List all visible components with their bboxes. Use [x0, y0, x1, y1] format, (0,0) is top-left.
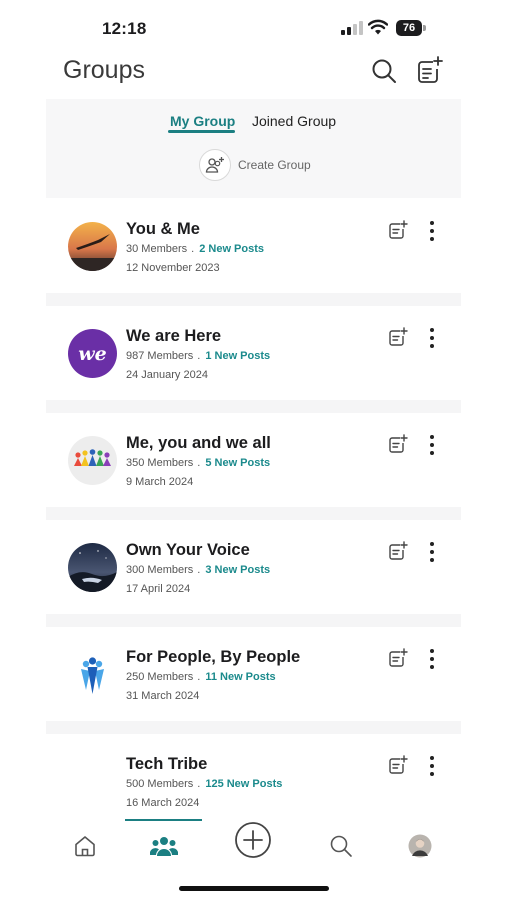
home-indicator: [179, 886, 329, 891]
meta-separator: .: [197, 564, 201, 576]
group-name: We are Here: [126, 327, 222, 345]
battery-tip: [423, 25, 426, 31]
more-options-icon[interactable]: [423, 541, 441, 563]
group-list: You & Me 30 Members. 2 New Posts 12 Novem…: [46, 199, 461, 841]
create-group-button[interactable]: Create Group: [199, 149, 311, 181]
nav-groups[interactable]: [149, 831, 179, 861]
group-name: For People, By People: [126, 648, 301, 666]
group-name: Me, you and we all: [126, 434, 271, 452]
group-name: You & Me: [126, 220, 200, 238]
search-icon[interactable]: [371, 58, 397, 84]
new-post-icon[interactable]: [388, 434, 408, 454]
group-date: 12 November 2023: [126, 262, 220, 274]
meta-separator: .: [197, 671, 201, 683]
more-options-icon[interactable]: [423, 220, 441, 242]
group-card[interactable]: You & Me 30 Members. 2 New Posts 12 Novem…: [46, 199, 461, 306]
new-posts-link[interactable]: 1 New Posts: [205, 350, 270, 362]
page-title: Groups: [63, 56, 145, 84]
member-count: 300 Members: [126, 564, 194, 576]
we-logo-text: we: [78, 342, 107, 365]
new-posts-link[interactable]: 125 New Posts: [205, 778, 282, 790]
more-options-icon[interactable]: [423, 327, 441, 349]
new-post-icon[interactable]: [417, 56, 443, 84]
group-meta: 250 Members. 11 New Posts: [126, 671, 276, 683]
new-post-icon[interactable]: [388, 220, 408, 240]
group-name: Own Your Voice: [126, 541, 250, 559]
avatar: [408, 834, 432, 858]
meta-separator: .: [191, 243, 195, 255]
new-post-icon[interactable]: [388, 755, 408, 775]
group-meta: 987 Members. 1 New Posts: [126, 350, 270, 362]
nav-create-post[interactable]: [234, 821, 272, 859]
nav-profile[interactable]: [405, 831, 435, 861]
new-post-icon[interactable]: [388, 648, 408, 668]
nav-active-indicator: [125, 819, 202, 821]
group-avatar-sunset: [68, 222, 117, 271]
group-tabs-panel: My Group Joined Group Create Group: [46, 99, 461, 198]
group-card[interactable]: Me, you and we all 350 Members. 5 New Pos…: [46, 413, 461, 520]
home-icon: [75, 836, 95, 857]
meta-separator: .: [197, 778, 201, 790]
new-post-icon[interactable]: [388, 327, 408, 347]
bottom-nav: [46, 819, 461, 875]
group-name: Tech Tribe: [126, 755, 208, 773]
group-avatar-blue-people: [68, 650, 117, 699]
group-date: 16 March 2024: [126, 797, 200, 809]
new-post-icon[interactable]: [388, 541, 408, 561]
groups-icon: [150, 837, 178, 856]
search-icon: [330, 835, 352, 857]
group-meta: 500 Members. 125 New Posts: [126, 778, 282, 790]
new-posts-link[interactable]: 5 New Posts: [205, 457, 270, 469]
add-people-icon: [205, 157, 224, 173]
new-posts-link[interactable]: 2 New Posts: [199, 243, 264, 255]
group-avatar-we: we: [68, 329, 117, 378]
member-count: 250 Members: [126, 671, 194, 683]
create-group-icon-wrap: [199, 149, 231, 181]
tab-joined-group[interactable]: Joined Group: [252, 113, 336, 129]
group-date: 31 March 2024: [126, 690, 200, 702]
battery-icon: 76: [396, 20, 426, 36]
more-options-icon[interactable]: [423, 434, 441, 456]
member-count: 30 Members: [126, 243, 188, 255]
battery-level: 76: [396, 20, 422, 36]
status-bar: 12:18 76: [0, 0, 507, 50]
more-options-icon[interactable]: [423, 648, 441, 670]
group-meta: 30 Members. 2 New Posts: [126, 243, 264, 255]
group-card[interactable]: For People, By People 250 Members. 11 New…: [46, 627, 461, 734]
group-meta: 350 Members. 5 New Posts: [126, 457, 270, 469]
create-group-label: Create Group: [238, 158, 311, 172]
group-avatar-night-sky: [68, 543, 117, 592]
meta-separator: .: [197, 457, 201, 469]
plus-circle-icon: [235, 822, 271, 858]
group-avatar-people-circle: [68, 436, 117, 485]
member-count: 350 Members: [126, 457, 194, 469]
tab-my-group[interactable]: My Group: [170, 113, 235, 129]
status-time: 12:18: [102, 19, 147, 38]
new-posts-link[interactable]: 3 New Posts: [205, 564, 270, 576]
nav-home[interactable]: [70, 831, 100, 861]
new-posts-link[interactable]: 11 New Posts: [205, 671, 275, 683]
group-date: 9 March 2024: [126, 476, 194, 488]
cellular-signal-icon: [341, 21, 363, 35]
wifi-icon: [368, 19, 388, 35]
active-tab-indicator: [168, 130, 235, 133]
member-count: 500 Members: [126, 778, 194, 790]
group-meta: 300 Members. 3 New Posts: [126, 564, 270, 576]
member-count: 987 Members: [126, 350, 194, 362]
group-date: 17 April 2024: [126, 583, 191, 595]
nav-search[interactable]: [326, 831, 356, 861]
group-card[interactable]: Own Your Voice 300 Members. 3 New Posts 1…: [46, 520, 461, 627]
meta-separator: .: [197, 350, 201, 362]
group-card[interactable]: we We are Here 987 Members. 1 New Posts 2…: [46, 306, 461, 413]
group-date: 24 January 2024: [126, 369, 208, 381]
more-options-icon[interactable]: [423, 755, 441, 777]
